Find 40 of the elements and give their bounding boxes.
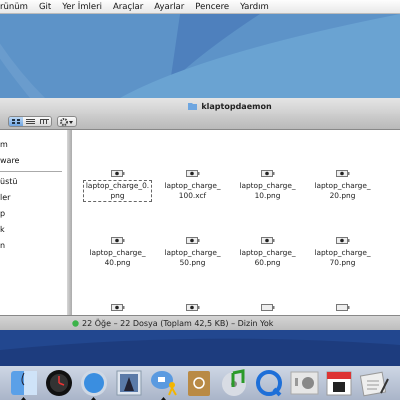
- q-circle-icon[interactable]: [254, 369, 284, 397]
- battery-icon: [336, 304, 350, 311]
- status-dot-icon: [72, 320, 79, 326]
- menu-item[interactable]: rünüm: [0, 0, 28, 14]
- sidebar-item[interactable]: k: [0, 222, 67, 238]
- list-view-button[interactable]: [23, 117, 37, 126]
- menu-item[interactable]: Ayarlar: [154, 0, 184, 14]
- clock-icon[interactable]: [44, 369, 74, 397]
- menu-item[interactable]: Yer İmleri: [62, 0, 102, 14]
- folder-icon: [188, 102, 198, 110]
- sidebar-item[interactable]: m: [0, 137, 67, 153]
- battery-icon: [260, 237, 274, 244]
- status-summary: 22 Öğe – 22 Dosya (Toplam 42,5 KB) – Dizin Yok: [82, 318, 274, 328]
- menu-item[interactable]: Git: [38, 0, 52, 14]
- sidebar-item[interactable]: n: [0, 238, 67, 254]
- icon-view-button[interactable]: [9, 117, 23, 126]
- menu-item[interactable]: Pencere: [195, 0, 230, 14]
- battery-icon: [186, 170, 200, 177]
- calendar-icon[interactable]: [324, 369, 354, 397]
- battery-icon: [110, 304, 124, 311]
- sidebar-item[interactable]: ler: [0, 190, 67, 206]
- battery-icon: [260, 170, 274, 177]
- column-view-button[interactable]: [37, 117, 51, 126]
- battery-icon: [260, 304, 274, 311]
- stamp-icon[interactable]: [114, 369, 144, 397]
- menu-item[interactable]: Yardım: [240, 0, 269, 14]
- battery-icon: [110, 170, 124, 177]
- window-title: klaptopdaemon: [201, 102, 272, 110]
- document-pen-icon[interactable]: [358, 369, 388, 397]
- battery-icon: [110, 237, 124, 244]
- sidebar-item[interactable]: üstü: [0, 174, 67, 190]
- battery-icon: [186, 237, 200, 244]
- battery-icon: [336, 237, 350, 244]
- sidebar-item[interactable]: ware: [0, 153, 67, 169]
- action-menu-button[interactable]: [57, 116, 77, 127]
- battery-icon: [186, 304, 200, 311]
- battery-icon: [336, 170, 350, 177]
- menu-item[interactable]: Araçlar: [112, 0, 144, 14]
- sidebar-item[interactable]: p: [0, 206, 67, 222]
- chat-icon[interactable]: [148, 369, 178, 397]
